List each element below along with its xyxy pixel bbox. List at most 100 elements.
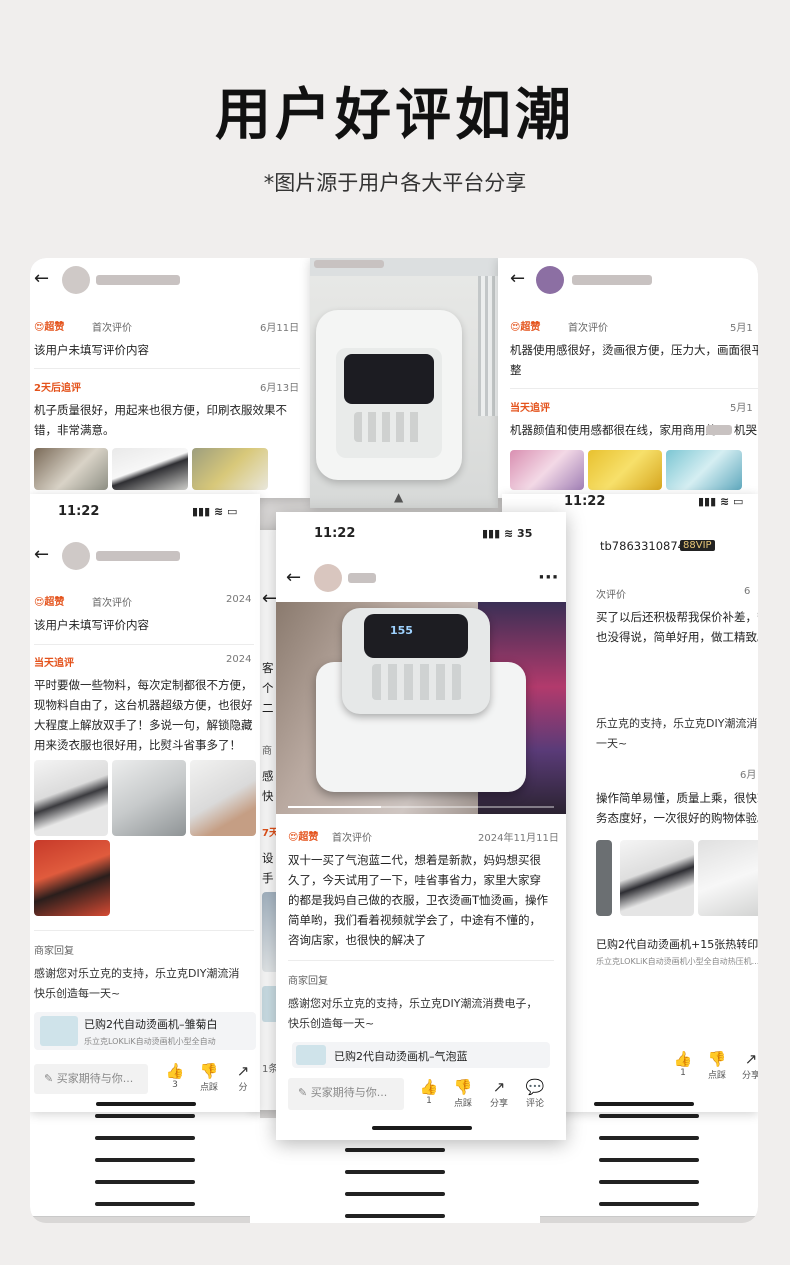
review-text-line: 简单哟，我们看着视频就学会了，中途有不懂的，: [288, 913, 541, 927]
review-text-line: 整: [510, 363, 522, 377]
follow-up-text-line: 错，非常满意。: [34, 423, 115, 437]
back-arrow-icon[interactable]: ←: [34, 268, 49, 289]
dislike-label: 点踩: [199, 1083, 218, 1093]
review-card-3: ← 😍超赞 首次评价 5月1 机器使用感很好，烫画很方便，压力大，画面很平 整 …: [498, 258, 758, 498]
review-card-2: ▲: [310, 258, 498, 508]
share-icon: ↗: [492, 1078, 506, 1096]
more-options-icon[interactable]: ···: [538, 567, 559, 588]
follow-up-text-line: 机子质量很好，用起来也很方便，印刷衣服效果不: [34, 403, 287, 417]
review-card-4: 11:22 ▮▮▮ ≋ ▭ ← 😍超赞 首次评价 2024 该用户未填写评价内容…: [30, 494, 260, 1112]
review-photo[interactable]: [620, 840, 694, 916]
divider: [34, 368, 300, 369]
home-indicator: [594, 1102, 694, 1106]
share-button[interactable]: ↗ 分享: [482, 1078, 516, 1109]
share-label: 分享: [741, 1071, 758, 1081]
review-photo[interactable]: [596, 840, 612, 916]
text-fragment: 设: [262, 851, 274, 865]
follow-up-label: 当天追评: [34, 658, 74, 669]
super-like-badge: 😍超赞: [288, 832, 319, 843]
review-photo-main[interactable]: 155: [276, 602, 566, 814]
follow-up-label: 2天后追评: [34, 383, 81, 394]
avatar: [62, 542, 90, 570]
dislike-label: 点踩: [453, 1099, 472, 1109]
product-thumbnail: [296, 1045, 326, 1065]
stack-edge: [540, 1194, 758, 1217]
super-like-badge: 😍超赞: [34, 322, 65, 333]
follow-up-text-line: 大程度上解放双手了！多说一句，解锁隐藏: [34, 718, 253, 732]
review-photo[interactable]: [34, 448, 108, 490]
purchased-product[interactable]: 已购2代自动烫画机–气泡蓝: [292, 1042, 550, 1068]
status-time: 11:22: [314, 526, 356, 541]
stack-edge: [30, 1128, 260, 1151]
status-icons: ▮▮▮ ≋ ▭: [192, 505, 238, 518]
heat-press-buttons: [354, 412, 424, 442]
home-indicator: [96, 1102, 196, 1106]
review-text-line: 也没得说，简单好用，做工精致。 等入: [596, 630, 758, 644]
review-text-line: 操作简单易懂，质量上乘，很快就能: [596, 791, 758, 805]
follow-up-date: 2024: [226, 654, 252, 665]
username-blurred: [572, 275, 652, 285]
first-review-label: 首次评价: [568, 323, 608, 334]
text-fragment: 商: [262, 746, 272, 757]
follow-up-text: 机器颜值和使用感都很在线，家用商用的: [510, 423, 717, 437]
review-photo[interactable]: [666, 450, 742, 490]
page-title: 用户好评如潮: [215, 83, 575, 148]
vip-badge: 88VIP: [680, 540, 715, 551]
ask-buyers-input[interactable]: ✎ 买家期待与你...: [288, 1078, 404, 1110]
back-arrow-icon[interactable]: ←: [510, 268, 525, 289]
review-date: 6月11日: [260, 323, 300, 334]
like-button[interactable]: 👍 1: [412, 1078, 446, 1106]
dislike-button[interactable]: 👎 点踩: [700, 1050, 734, 1081]
review-photo[interactable]: [34, 840, 110, 916]
stack-edge: [250, 1184, 540, 1207]
divider: [288, 960, 554, 961]
like-button[interactable]: 👍 1: [666, 1050, 700, 1078]
ask-buyers-input[interactable]: ✎ 买家期待与你...: [34, 1064, 148, 1094]
super-like-badge: 😍超赞: [34, 597, 65, 608]
avatar: [536, 266, 564, 294]
divider: [34, 930, 254, 931]
review-photo[interactable]: [698, 840, 758, 916]
share-label: 分享: [489, 1099, 508, 1109]
stack-edge: [250, 1206, 540, 1223]
product-title: 已购2代自动烫画机+15张热转印纸+1...: [596, 938, 758, 951]
review-photo[interactable]: [192, 448, 268, 490]
review-card-main: 11:22 ▮▮▮ ≋ 35 ← ··· 155 😍超赞 首次评价 2024年1…: [276, 512, 566, 1140]
review-photo[interactable]: [112, 760, 186, 836]
review-text-line: 的都是我妈自己做的衣服，卫衣烫画T恤烫画，操作: [288, 893, 549, 907]
review-text: 该用户未填写评价内容: [34, 343, 149, 357]
product-photo[interactable]: ▲: [310, 276, 498, 508]
like-button[interactable]: 👍 3: [158, 1062, 192, 1090]
back-arrow-icon[interactable]: ←: [262, 588, 277, 609]
review-collage: ← 😍超赞 首次评价 6月11日 该用户未填写评价内容 2天后追评 6月13日 …: [30, 258, 758, 1223]
first-review-label: 首次评价: [92, 323, 132, 334]
review-photo[interactable]: [34, 760, 108, 836]
dislike-button[interactable]: 👎 点踩: [446, 1078, 480, 1109]
merchant-reply-label: 商家回复: [34, 946, 74, 957]
review-photo[interactable]: [112, 448, 188, 490]
stack-edge: [30, 1150, 260, 1173]
avatar: [314, 564, 342, 592]
share-button[interactable]: ↗ 分: [226, 1062, 260, 1093]
share-label: 分: [238, 1083, 248, 1093]
review-photo[interactable]: [190, 760, 256, 836]
status-icons: ▮▮▮ ≋ ▭: [698, 495, 744, 508]
like-count: 1: [426, 1096, 432, 1106]
share-icon: ↗: [236, 1062, 250, 1080]
back-arrow-icon[interactable]: ←: [286, 567, 301, 588]
dislike-button[interactable]: 👎 点踩: [192, 1062, 226, 1093]
review-photo[interactable]: [588, 450, 662, 490]
back-arrow-icon[interactable]: ←: [34, 544, 49, 565]
purchased-product[interactable]: 已购2代自动烫画机–雏菊白 乐立克LOKLiK自动烫画机小型全自动: [34, 1012, 256, 1050]
text-fragment: 快: [262, 789, 274, 803]
review-photo[interactable]: [510, 450, 584, 490]
text-fragment: 客: [262, 661, 274, 675]
username-blurred: [348, 573, 376, 583]
review-text-line: 双十一买了气泡蓝二代，想着是新款，妈妈想买很: [288, 853, 541, 867]
follow-up-date: 6月13日: [260, 383, 300, 394]
merchant-reply-text: 感谢您对乐立克的支持，乐立克DIY潮流消费电子，: [288, 997, 538, 1010]
thumbs-up-icon: 👍: [165, 1062, 185, 1080]
comment-button[interactable]: 💬 评论: [518, 1078, 552, 1109]
share-button[interactable]: ↗ 分享: [734, 1050, 758, 1081]
divider: [34, 644, 254, 645]
